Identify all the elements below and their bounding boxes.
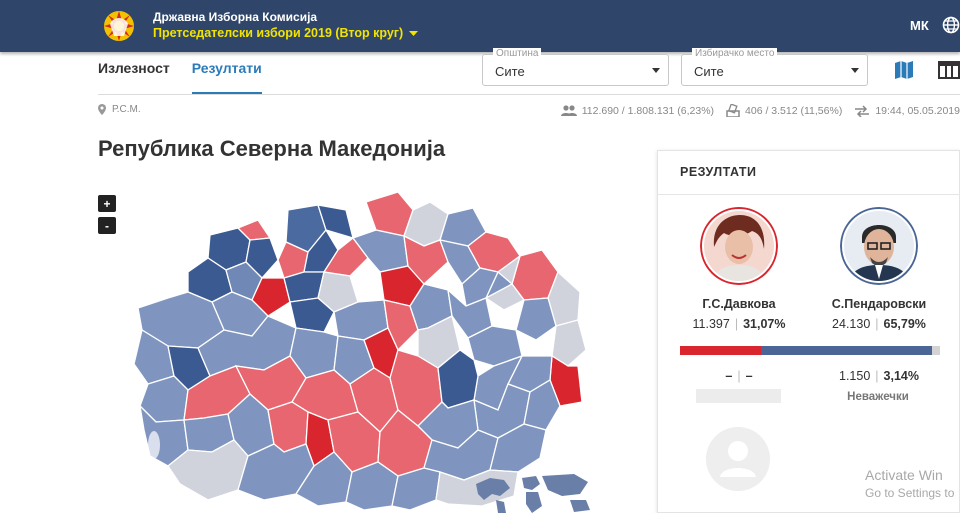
candidate-avatar-pendarovski[interactable] — [840, 207, 918, 285]
placeholder-label — [696, 389, 781, 403]
view-tabs: Излезност Резултати — [98, 60, 262, 95]
invalid-votes: 1.150 | 3,14% — [839, 369, 919, 383]
flag-emblem-icon[interactable] — [98, 8, 140, 44]
results-panel: РЕЗУЛТАТИ Г.С.Давкова С.Пендаровски 11.3 — [657, 150, 960, 513]
panel-divider — [658, 194, 960, 195]
votes-count: 11.397 — [692, 317, 730, 331]
lake-ohrid — [148, 431, 160, 459]
municipalities-map[interactable] — [128, 180, 608, 513]
sync-arrows-icon — [855, 104, 870, 117]
results-share-bar — [680, 346, 940, 355]
zoom-out-button[interactable]: - — [98, 217, 116, 234]
updated-text: 19:44, 05.05.2019 — [875, 104, 960, 117]
table-icon[interactable] — [938, 58, 960, 82]
ballot-box-icon — [726, 104, 740, 117]
polling-station-value: Сите — [694, 64, 724, 79]
tab-results[interactable]: Резултати — [191, 60, 262, 95]
stations-stat: 406 / 3.512 (11,56%) — [726, 104, 842, 117]
share-segment-davkova — [680, 346, 761, 355]
other-votes: – | – — [725, 369, 753, 383]
breadcrumb-text[interactable]: Р.С.М. — [112, 104, 141, 115]
candidate-votes: 24.130 | 65,79% — [832, 317, 926, 331]
top-navbar: Државна Изборна Комисија Претседателски … — [0, 0, 960, 52]
org-name: Државна Изборна Комисија — [153, 10, 318, 24]
votes-percent: 31,07% — [743, 317, 786, 331]
language-switch[interactable]: МК — [910, 18, 929, 33]
candidate-avatar-davkova[interactable] — [700, 207, 778, 285]
election-selector[interactable]: Претседателски избори 2019 (Втор круг) — [153, 25, 419, 42]
map-icon[interactable] — [892, 58, 916, 82]
share-segment-pendarovski — [760, 346, 932, 355]
polling-station-select[interactable]: Избирачко место Сите — [681, 48, 868, 86]
world-minimap[interactable] — [470, 470, 600, 513]
candidate-votes: 11.397 | 31,07% — [692, 317, 786, 331]
tab-turnout[interactable]: Излезност — [98, 60, 170, 95]
municipality-select[interactable]: Општина Сите — [482, 48, 669, 86]
invalid-count: 1.150 — [839, 369, 871, 383]
tabs-divider — [98, 94, 960, 95]
municipality-value: Сите — [495, 64, 525, 79]
chevron-down-icon — [652, 68, 660, 73]
watermark-title: Activate Win — [865, 467, 943, 483]
other-count: – — [725, 369, 733, 383]
election-name: Претседателски избори 2019 (Втор круг) — [153, 26, 404, 40]
chevron-down-icon — [851, 68, 859, 73]
globe-icon[interactable] — [942, 16, 960, 34]
voters-text: 112.690 / 1.808.131 (6,23%) — [581, 104, 715, 117]
brand: Државна Изборна Комисија Претседателски … — [153, 10, 419, 42]
zoom-in-button[interactable]: + — [98, 195, 116, 212]
invalid-percent: 3,14% — [883, 369, 919, 383]
windows-activation-watermark: Activate Win Go to Settings to — [865, 466, 954, 502]
results-title: РЕЗУЛТАТИ — [680, 165, 757, 179]
candidate-name: Г.С.Давкова — [702, 297, 776, 311]
candidate-name: С.Пендаровски — [831, 297, 927, 311]
map-region — [515, 297, 557, 341]
other-percent: – — [745, 369, 753, 383]
votes-count: 24.130 — [832, 317, 871, 331]
location-pin-icon — [98, 104, 106, 115]
breadcrumb: Р.С.М. — [98, 104, 141, 115]
watermark-subtitle: Go to Settings to — [865, 486, 955, 500]
user-placeholder-icon — [706, 427, 770, 491]
voters-stat: 112.690 / 1.808.131 (6,23%) — [560, 104, 715, 117]
votes-percent: 65,79% — [883, 317, 926, 331]
municipality-label: Општина — [493, 48, 542, 59]
page-title: Република Северна Македонија — [98, 136, 446, 161]
polling-station-label: Избирачко место — [692, 48, 778, 59]
caret-down-icon — [409, 30, 419, 36]
stations-text: 406 / 3.512 (11,56%) — [745, 104, 843, 117]
stats-bar: 112.690 / 1.808.131 (6,23%) 406 / 3.512 … — [560, 104, 960, 117]
updated-stat: 19:44, 05.05.2019 — [854, 105, 960, 117]
voters-icon — [560, 105, 577, 116]
invalid-label: Неважечки — [847, 391, 909, 403]
